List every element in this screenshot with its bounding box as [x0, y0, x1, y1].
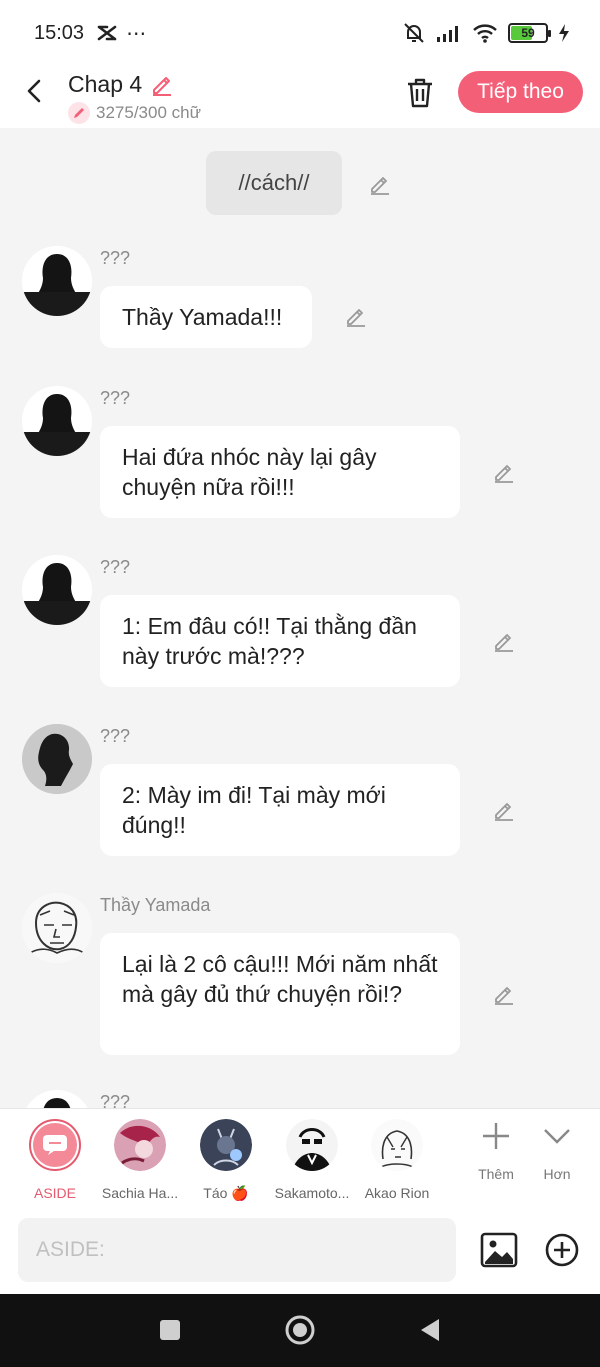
message-bubble[interactable]: 2: Mày im đi! Tại mày mới đúng!! — [100, 764, 460, 856]
message-bubble[interactable]: Hai đứa nhóc này lại gây chuyện nữa rồi!… — [100, 426, 460, 518]
home-icon[interactable] — [284, 1314, 316, 1346]
pen-badge-icon — [68, 102, 90, 124]
avatar[interactable] — [22, 1090, 92, 1108]
edit-title-icon[interactable] — [148, 70, 176, 98]
avatar[interactable] — [22, 386, 92, 456]
edit-aside-icon[interactable] — [367, 171, 393, 197]
akao-avatar — [371, 1119, 423, 1171]
character-label: Akao Rion — [364, 1185, 430, 1201]
signal-icon — [437, 26, 458, 42]
chat-area[interactable]: //cách// ??? Thầy Yamada!!! ??? Hai đứa … — [0, 128, 600, 1108]
trash-icon[interactable] — [404, 76, 436, 110]
chat-bubble-icon — [43, 1135, 67, 1155]
sachia-avatar — [114, 1119, 166, 1171]
message-bubble[interactable]: Thầy Yamada!!! — [100, 286, 312, 348]
sender-name: ??? — [100, 388, 131, 408]
collapse-label: Hơn — [543, 1166, 571, 1182]
chevron-down-icon — [544, 1129, 570, 1144]
sakamoto-avatar — [286, 1119, 338, 1171]
sender-name: ??? — [100, 248, 131, 268]
wifi-icon — [473, 24, 497, 43]
character-akao[interactable]: Akao Rion — [355, 1119, 439, 1201]
character-label: Sachia Ha... — [101, 1185, 179, 1201]
character-aside[interactable]: ASIDE — [13, 1119, 97, 1201]
back-icon[interactable] — [20, 76, 50, 106]
message-bubble[interactable]: Lại là 2 cô cậu!!! Mới năm nhất mà gây đ… — [100, 933, 460, 1055]
avatar[interactable] — [22, 555, 92, 625]
charging-icon — [559, 24, 569, 42]
edit-message-icon[interactable] — [491, 459, 517, 485]
character-tao[interactable]: Táo 🍎 — [184, 1119, 268, 1202]
status-time: 15:03 — [34, 21, 85, 44]
character-label: ASIDE — [33, 1185, 76, 1201]
status-bar: 15:03 ⋯ 59 — [0, 0, 600, 66]
sender-name: ??? — [100, 557, 131, 577]
avatar[interactable] — [22, 893, 92, 963]
character-sakamoto[interactable]: Sakamoto... — [270, 1119, 354, 1201]
tao-avatar — [200, 1119, 252, 1171]
next-button[interactable]: Tiếp theo — [458, 71, 583, 113]
sender-name: ??? — [100, 1092, 131, 1108]
edit-message-icon[interactable] — [491, 981, 517, 1007]
collapse-button[interactable]: Hơn — [527, 1121, 587, 1182]
more-characters-button[interactable]: Thêm — [466, 1121, 526, 1182]
battery-level: 59 — [521, 26, 535, 40]
aside-avatar — [29, 1119, 81, 1171]
edit-message-icon[interactable] — [491, 797, 517, 823]
back-nav-icon[interactable] — [414, 1314, 446, 1346]
avatar[interactable] — [22, 724, 92, 794]
edit-message-icon[interactable] — [343, 303, 369, 329]
word-count: 3275/300 chữ — [96, 103, 201, 122]
avatar[interactable] — [22, 246, 92, 316]
more-label: Thêm — [478, 1166, 514, 1182]
sender-name: Thầy Yamada — [100, 895, 211, 915]
sender-name: ??? — [100, 726, 131, 746]
chapter-title: Chap 4 — [68, 70, 143, 97]
plus-icon — [483, 1123, 509, 1149]
message-bubble[interactable]: 1: Em đâu có!! Tại thằng đần này trước m… — [100, 595, 460, 687]
header: Chap 4 3275/300 chữ Tiếp theo — [0, 66, 600, 128]
character-label: Sakamoto... — [274, 1185, 350, 1201]
navigation-bar — [0, 1294, 600, 1367]
message-input[interactable] — [18, 1218, 456, 1282]
input-bar — [0, 1206, 600, 1294]
recent-apps-icon[interactable] — [154, 1314, 186, 1346]
add-circle-icon[interactable] — [545, 1233, 579, 1267]
image-icon[interactable] — [480, 1232, 518, 1268]
edit-message-icon[interactable] — [491, 628, 517, 654]
more-status-icon: ⋯ — [126, 22, 147, 45]
character-label: Táo 🍎 — [203, 1185, 249, 1201]
title-block: Chap 4 3275/300 chữ — [68, 70, 201, 124]
battery-icon: 59 — [508, 23, 551, 43]
character-bar: ASIDE Sachia Ha... Táo 🍎 Sakamoto... Aka… — [0, 1108, 600, 1206]
capcut-icon — [97, 25, 117, 41]
character-sachia[interactable]: Sachia Ha... — [98, 1119, 182, 1201]
muted-bell-icon — [404, 23, 424, 43]
aside-bubble[interactable]: //cách// — [206, 151, 342, 215]
